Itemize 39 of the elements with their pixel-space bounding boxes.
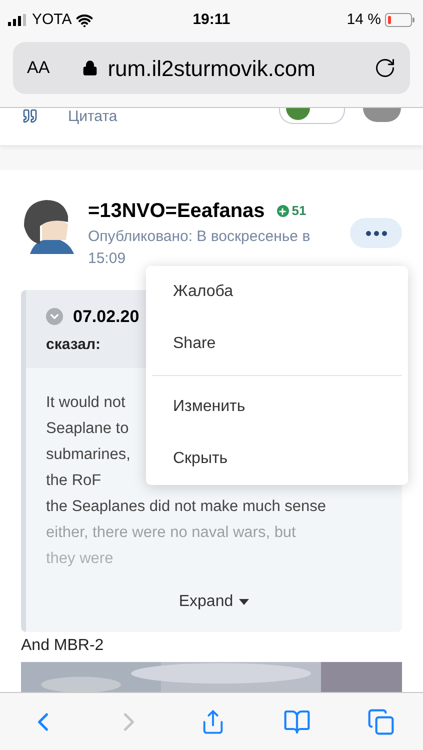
quote-expand-icon[interactable] (46, 308, 63, 326)
caret-icon (239, 599, 250, 605)
more-button[interactable] (350, 218, 402, 248)
reputation-badge: 51 (276, 201, 306, 221)
quote-text-line: the RoF (46, 471, 102, 491)
author-name[interactable]: =13NVO=Eeafanas (88, 196, 265, 226)
lock-icon (82, 60, 98, 76)
more-icon (366, 230, 386, 236)
carrier-name: YOTA (32, 10, 72, 30)
publish-time: 15:09 (88, 249, 127, 269)
quote-text-line: Seaplane to (46, 419, 129, 439)
quote-text-line: either, there were no naval wars, but (46, 523, 296, 543)
battery-icon (385, 13, 415, 27)
text-size-button[interactable]: AA (27, 55, 50, 81)
quote-text-line: submarines, (46, 445, 130, 465)
quote-icon[interactable] (22, 108, 38, 124)
wifi-icon (76, 12, 93, 28)
quote-date: 07.02.20 (73, 306, 140, 328)
address-bar[interactable]: AA rum.il2sturmovik.com (13, 42, 410, 94)
quote-said: сказал: (46, 334, 100, 354)
expand-button[interactable]: Expand (178, 590, 250, 614)
menu-item[interactable]: Скрыть (146, 433, 408, 485)
menu-item[interactable]: Изменить (146, 381, 408, 433)
tabs-icon[interactable] (366, 708, 395, 736)
reputation-toggle[interactable] (279, 108, 345, 124)
post-text: And MBR-2 (20, 636, 105, 656)
signal-icon (8, 14, 28, 26)
bookmarks-icon[interactable] (282, 708, 311, 736)
battery-percent: 14 % (346, 10, 381, 30)
quote-text-line: they were (46, 549, 114, 569)
reload-icon[interactable] (374, 57, 396, 79)
menu-item[interactable]: Жалоба (146, 266, 408, 318)
menu-item[interactable]: Share (146, 318, 408, 370)
quote-text-line: the Seaplanes did not make much sense (46, 497, 326, 517)
quote-text-line: It would not (46, 393, 126, 413)
quote-label[interactable]: Цитата (68, 108, 279, 128)
clock: 19:11 (192, 10, 232, 30)
publish-date: Опубликовано: В воскресенье в (88, 227, 310, 247)
url-text: rum.il2sturmovik.com (108, 54, 316, 82)
